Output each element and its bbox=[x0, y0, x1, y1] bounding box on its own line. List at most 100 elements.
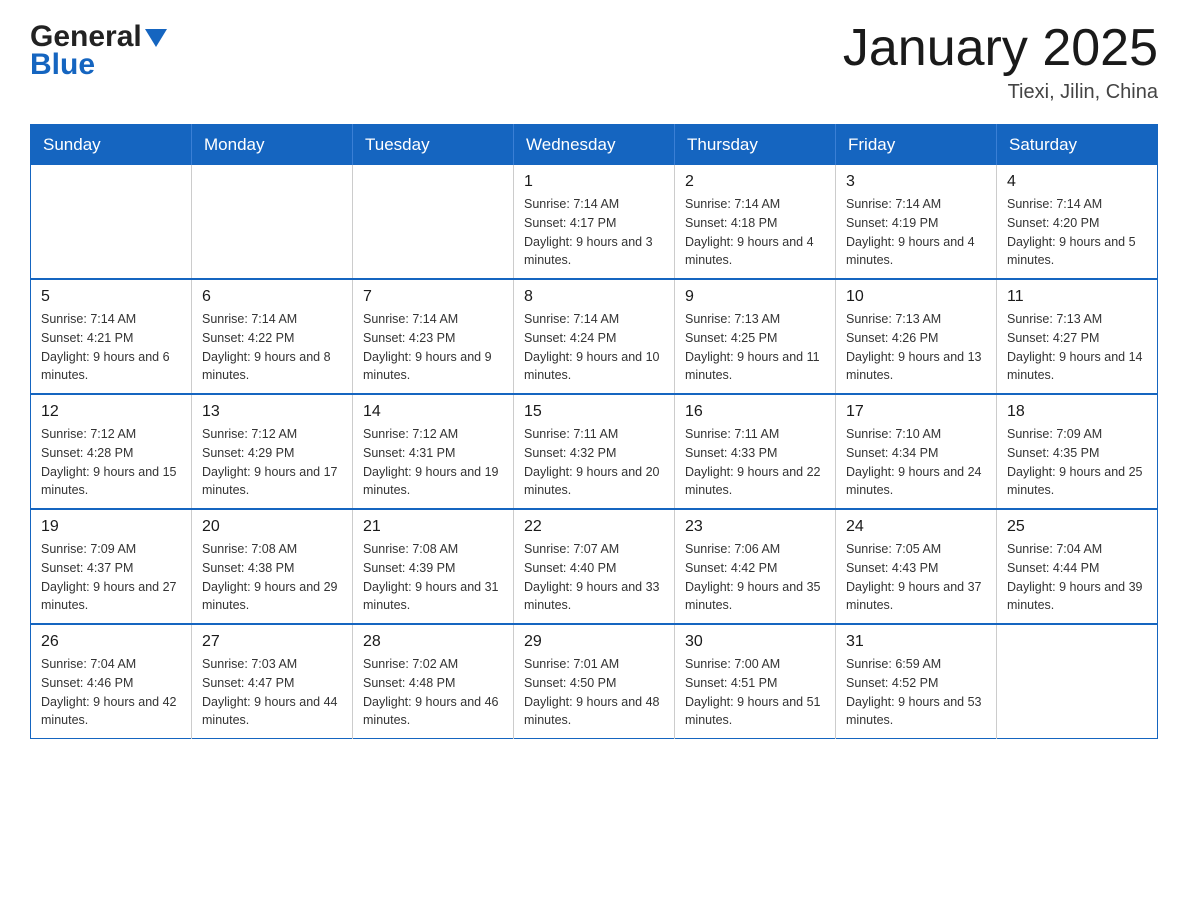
calendar-cell: 28 Sunrise: 7:02 AM Sunset: 4:48 PM Dayli… bbox=[353, 624, 514, 739]
day-info: Sunrise: 7:11 AM Sunset: 4:32 PM Dayligh… bbox=[524, 425, 664, 500]
calendar-cell: 9 Sunrise: 7:13 AM Sunset: 4:25 PM Daylig… bbox=[675, 279, 836, 394]
day-info: Sunrise: 7:05 AM Sunset: 4:43 PM Dayligh… bbox=[846, 540, 986, 615]
day-number: 25 bbox=[1007, 518, 1147, 536]
day-number: 23 bbox=[685, 518, 825, 536]
weekday-header-wednesday: Wednesday bbox=[514, 125, 675, 166]
calendar-week-row: 12 Sunrise: 7:12 AM Sunset: 4:28 PM Dayli… bbox=[31, 394, 1158, 509]
day-info: Sunrise: 7:03 AM Sunset: 4:47 PM Dayligh… bbox=[202, 655, 342, 730]
calendar-cell: 6Sunrise: 7:14 AM Sunset: 4:22 PM Daylig… bbox=[192, 279, 353, 394]
calendar-cell: 22Sunrise: 7:07 AM Sunset: 4:40 PM Dayli… bbox=[514, 509, 675, 624]
day-number: 11 bbox=[1007, 288, 1147, 306]
logo: General Blue bbox=[30, 20, 167, 82]
day-number: 24 bbox=[846, 518, 986, 536]
day-number: 5 bbox=[41, 288, 181, 306]
day-info: Sunrise: 7:06 AM Sunset: 4:42 PM Dayligh… bbox=[685, 540, 825, 615]
day-info: Sunrise: 7:07 AM Sunset: 4:40 PM Dayligh… bbox=[524, 540, 664, 615]
day-info: Sunrise: 7:12 AM Sunset: 4:31 PM Dayligh… bbox=[363, 425, 503, 500]
day-number: 2 bbox=[685, 173, 825, 191]
day-number: 30 bbox=[685, 633, 825, 651]
calendar-cell: 21 Sunrise: 7:08 AM Sunset: 4:39 PM Dayli… bbox=[353, 509, 514, 624]
calendar-cell: 23 Sunrise: 7:06 AM Sunset: 4:42 PM Dayli… bbox=[675, 509, 836, 624]
calendar-week-row: 5 Sunrise: 7:14 AM Sunset: 4:21 PM Daylig… bbox=[31, 279, 1158, 394]
day-number: 3 bbox=[846, 173, 986, 191]
calendar-cell: 12 Sunrise: 7:12 AM Sunset: 4:28 PM Dayli… bbox=[31, 394, 192, 509]
calendar-cell: 31 Sunrise: 6:59 AM Sunset: 4:52 PM Dayli… bbox=[836, 624, 997, 739]
day-number: 15 bbox=[524, 403, 664, 421]
weekday-header-saturday: Saturday bbox=[997, 125, 1158, 166]
day-number: 7 bbox=[363, 288, 503, 306]
day-info: Sunrise: 7:08 AM Sunset: 4:38 PM Dayligh… bbox=[202, 540, 342, 615]
calendar-subtitle: Tiexi, Jilin, China bbox=[843, 81, 1158, 104]
title-section: January 2025 Tiexi, Jilin, China bbox=[843, 20, 1158, 104]
day-number: 16 bbox=[685, 403, 825, 421]
calendar-cell: 29 Sunrise: 7:01 AM Sunset: 4:50 PM Dayli… bbox=[514, 624, 675, 739]
day-number: 4 bbox=[1007, 173, 1147, 191]
day-number: 8 bbox=[524, 288, 664, 306]
day-info: Sunrise: 7:04 AM Sunset: 4:46 PM Dayligh… bbox=[41, 655, 181, 730]
weekday-header-friday: Friday bbox=[836, 125, 997, 166]
calendar-cell: 14 Sunrise: 7:12 AM Sunset: 4:31 PM Dayli… bbox=[353, 394, 514, 509]
day-number: 21 bbox=[363, 518, 503, 536]
day-info: Sunrise: 7:14 AM Sunset: 4:18 PM Dayligh… bbox=[685, 195, 825, 270]
day-info: Sunrise: 7:12 AM Sunset: 4:29 PM Dayligh… bbox=[202, 425, 342, 500]
calendar-cell: 4 Sunrise: 7:14 AM Sunset: 4:20 PM Daylig… bbox=[997, 165, 1158, 279]
day-info: Sunrise: 7:01 AM Sunset: 4:50 PM Dayligh… bbox=[524, 655, 664, 730]
calendar-cell: 8Sunrise: 7:14 AM Sunset: 4:24 PM Daylig… bbox=[514, 279, 675, 394]
day-number: 20 bbox=[202, 518, 342, 536]
calendar-cell: 15 Sunrise: 7:11 AM Sunset: 4:32 PM Dayli… bbox=[514, 394, 675, 509]
day-number: 12 bbox=[41, 403, 181, 421]
calendar-cell: 7Sunrise: 7:14 AM Sunset: 4:23 PM Daylig… bbox=[353, 279, 514, 394]
day-number: 19 bbox=[41, 518, 181, 536]
calendar-week-row: 26Sunrise: 7:04 AM Sunset: 4:46 PM Dayli… bbox=[31, 624, 1158, 739]
weekday-header-tuesday: Tuesday bbox=[353, 125, 514, 166]
day-info: Sunrise: 7:00 AM Sunset: 4:51 PM Dayligh… bbox=[685, 655, 825, 730]
day-number: 28 bbox=[363, 633, 503, 651]
day-info: Sunrise: 7:14 AM Sunset: 4:21 PM Dayligh… bbox=[41, 310, 181, 385]
calendar-cell: 25 Sunrise: 7:04 AM Sunset: 4:44 PM Dayli… bbox=[997, 509, 1158, 624]
calendar-cell bbox=[31, 165, 192, 279]
day-info: Sunrise: 7:08 AM Sunset: 4:39 PM Dayligh… bbox=[363, 540, 503, 615]
calendar-title: January 2025 bbox=[843, 20, 1158, 77]
day-info: Sunrise: 7:14 AM Sunset: 4:22 PM Dayligh… bbox=[202, 310, 342, 385]
day-number: 29 bbox=[524, 633, 664, 651]
calendar-cell: 20 Sunrise: 7:08 AM Sunset: 4:38 PM Dayli… bbox=[192, 509, 353, 624]
calendar-cell bbox=[192, 165, 353, 279]
calendar-cell: 19 Sunrise: 7:09 AM Sunset: 4:37 PM Dayli… bbox=[31, 509, 192, 624]
day-number: 14 bbox=[363, 403, 503, 421]
day-info: Sunrise: 7:04 AM Sunset: 4:44 PM Dayligh… bbox=[1007, 540, 1147, 615]
day-info: Sunrise: 7:11 AM Sunset: 4:33 PM Dayligh… bbox=[685, 425, 825, 500]
page-header: General Blue January 2025 Tiexi, Jilin, … bbox=[30, 20, 1158, 104]
calendar-cell: 2 Sunrise: 7:14 AM Sunset: 4:18 PM Daylig… bbox=[675, 165, 836, 279]
day-number: 27 bbox=[202, 633, 342, 651]
calendar-cell: 27 Sunrise: 7:03 AM Sunset: 4:47 PM Dayli… bbox=[192, 624, 353, 739]
day-number: 9 bbox=[685, 288, 825, 306]
calendar-cell: 10Sunrise: 7:13 AM Sunset: 4:26 PM Dayli… bbox=[836, 279, 997, 394]
calendar-cell: 18Sunrise: 7:09 AM Sunset: 4:35 PM Dayli… bbox=[997, 394, 1158, 509]
logo-blue-text: Blue bbox=[30, 48, 95, 82]
calendar-table: SundayMondayTuesdayWednesdayThursdayFrid… bbox=[30, 124, 1158, 739]
calendar-cell: 24 Sunrise: 7:05 AM Sunset: 4:43 PM Dayli… bbox=[836, 509, 997, 624]
day-info: Sunrise: 6:59 AM Sunset: 4:52 PM Dayligh… bbox=[846, 655, 986, 730]
calendar-cell: 16 Sunrise: 7:11 AM Sunset: 4:33 PM Dayli… bbox=[675, 394, 836, 509]
calendar-cell: 13Sunrise: 7:12 AM Sunset: 4:29 PM Dayli… bbox=[192, 394, 353, 509]
day-info: Sunrise: 7:13 AM Sunset: 4:26 PM Dayligh… bbox=[846, 310, 986, 385]
day-info: Sunrise: 7:13 AM Sunset: 4:27 PM Dayligh… bbox=[1007, 310, 1147, 385]
calendar-cell bbox=[997, 624, 1158, 739]
day-number: 31 bbox=[846, 633, 986, 651]
day-info: Sunrise: 7:12 AM Sunset: 4:28 PM Dayligh… bbox=[41, 425, 181, 500]
day-number: 1 bbox=[524, 173, 664, 191]
calendar-cell: 1 Sunrise: 7:14 AM Sunset: 4:17 PM Daylig… bbox=[514, 165, 675, 279]
day-info: Sunrise: 7:02 AM Sunset: 4:48 PM Dayligh… bbox=[363, 655, 503, 730]
day-info: Sunrise: 7:09 AM Sunset: 4:35 PM Dayligh… bbox=[1007, 425, 1147, 500]
calendar-cell: 11 Sunrise: 7:13 AM Sunset: 4:27 PM Dayli… bbox=[997, 279, 1158, 394]
day-info: Sunrise: 7:13 AM Sunset: 4:25 PM Dayligh… bbox=[685, 310, 825, 385]
weekday-header-monday: Monday bbox=[192, 125, 353, 166]
day-info: Sunrise: 7:09 AM Sunset: 4:37 PM Dayligh… bbox=[41, 540, 181, 615]
calendar-cell: 30 Sunrise: 7:00 AM Sunset: 4:51 PM Dayli… bbox=[675, 624, 836, 739]
calendar-cell: 17Sunrise: 7:10 AM Sunset: 4:34 PM Dayli… bbox=[836, 394, 997, 509]
day-info: Sunrise: 7:14 AM Sunset: 4:17 PM Dayligh… bbox=[524, 195, 664, 270]
logo-triangle-icon bbox=[145, 29, 167, 47]
day-info: Sunrise: 7:14 AM Sunset: 4:20 PM Dayligh… bbox=[1007, 195, 1147, 270]
calendar-week-row: 19 Sunrise: 7:09 AM Sunset: 4:37 PM Dayli… bbox=[31, 509, 1158, 624]
day-info: Sunrise: 7:14 AM Sunset: 4:19 PM Dayligh… bbox=[846, 195, 986, 270]
